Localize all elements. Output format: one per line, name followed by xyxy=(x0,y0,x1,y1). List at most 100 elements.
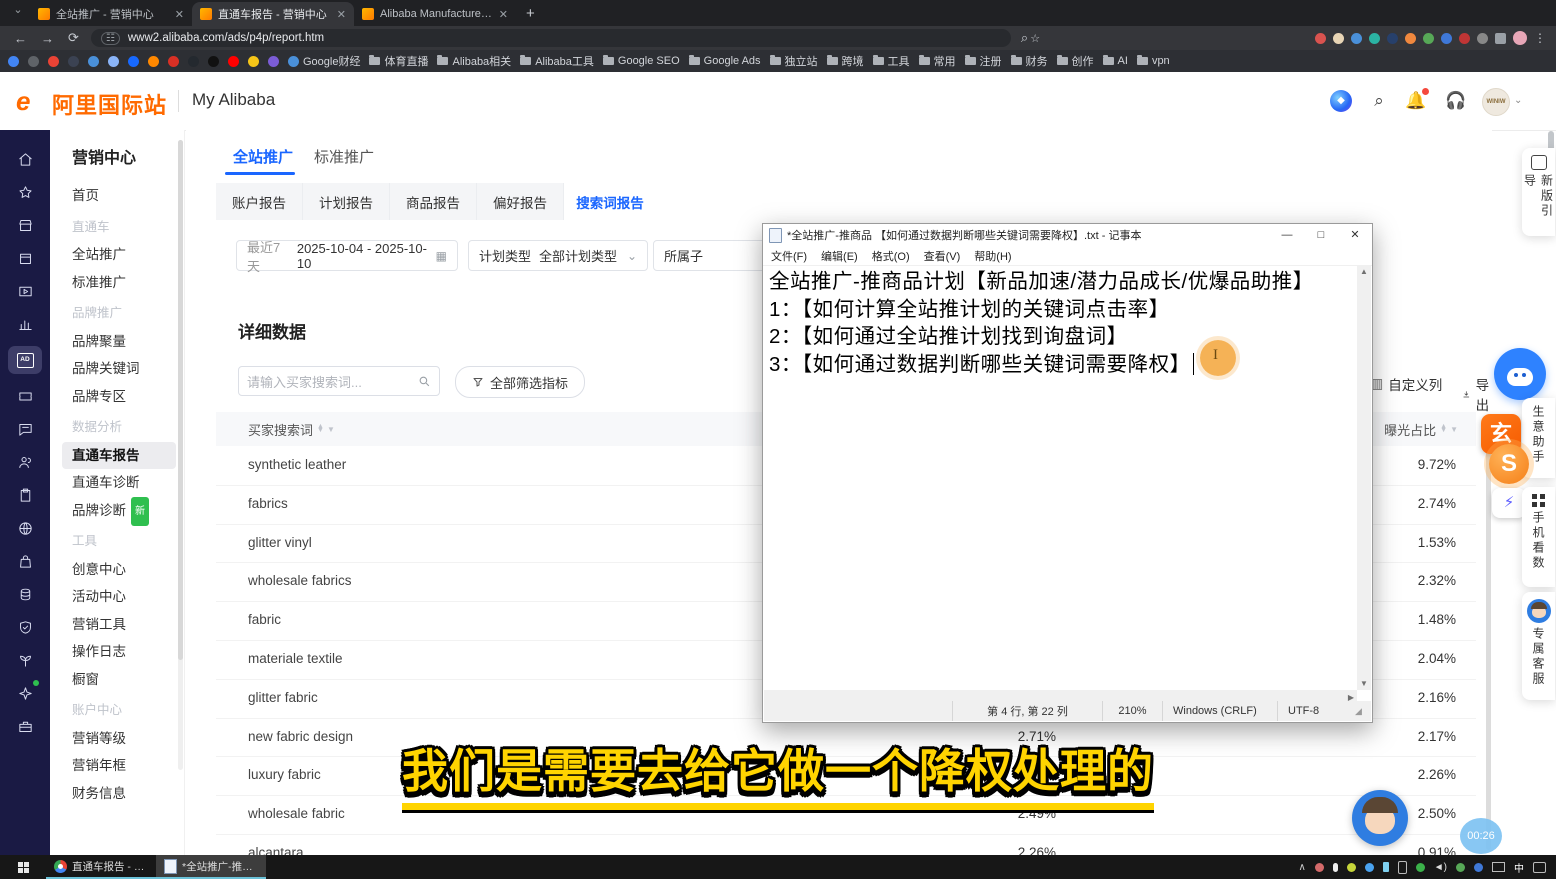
bookmark-favicon[interactable] xyxy=(188,56,199,67)
customize-columns-button[interactable]: |▥ 自定义列 xyxy=(1362,374,1442,394)
growth-icon[interactable] xyxy=(10,649,40,671)
tab-quanzhan[interactable]: 全站推广 xyxy=(233,146,293,167)
bookmark-item-3[interactable]: Alibaba工具 xyxy=(520,53,594,69)
back-icon[interactable]: ← xyxy=(14,31,27,46)
bookmark-favicon[interactable] xyxy=(248,56,259,67)
minimize-button[interactable]: — xyxy=(1270,224,1304,246)
security-icon[interactable] xyxy=(10,616,40,638)
tray-expand-icon[interactable]: ∧ xyxy=(1298,862,1305,873)
phone-data-tab[interactable]: 手机看数 xyxy=(1522,487,1555,587)
tab-close-icon[interactable]: ✕ xyxy=(499,8,508,21)
tray-app-flower-icon[interactable] xyxy=(1315,863,1324,872)
forward-icon[interactable]: → xyxy=(41,31,54,46)
sidebar-item-19[interactable]: 营销等级 xyxy=(72,725,184,753)
column-filter-icon[interactable]: ▼ xyxy=(1450,425,1458,434)
bookmark-favicon[interactable] xyxy=(208,56,219,67)
notification-bell-icon[interactable]: 🔔 xyxy=(1405,90,1427,112)
shield-check-icon[interactable] xyxy=(1474,863,1483,872)
brand-name[interactable]: 阿里国际站 xyxy=(52,88,167,120)
export-button[interactable]: 导出 xyxy=(1462,374,1492,414)
site-info-icon[interactable]: ☷ xyxy=(101,32,120,45)
bookmark-favicon[interactable] xyxy=(128,56,139,67)
defender-icon[interactable] xyxy=(1456,863,1465,872)
browser-tab-2[interactable]: Alibaba Manufacturer Direct...✕ xyxy=(354,2,516,26)
video-icon[interactable] xyxy=(10,280,40,302)
report-tab-1[interactable]: 计划报告 xyxy=(303,183,390,220)
sidebar-item-11[interactable]: 品牌诊断新 xyxy=(72,497,184,525)
sort-icon[interactable]: ▲▼ xyxy=(1440,425,1447,433)
bookmark-item-6[interactable]: 独立站 xyxy=(770,53,818,69)
bookmark-item-4[interactable]: Google SEO xyxy=(603,55,680,67)
sidebar-item-10[interactable]: 直通车诊断 xyxy=(72,469,184,497)
support-headset-icon[interactable]: 🎧 xyxy=(1445,90,1467,112)
recording-timer-bubble[interactable]: 00:26 xyxy=(1460,818,1502,854)
zoom-search-icon[interactable]: ⌕ xyxy=(1021,30,1028,46)
sidebar-item-20[interactable]: 营销年框 xyxy=(72,752,184,780)
browser-tab-0[interactable]: 全站推广 - 营销中心✕ xyxy=(30,2,192,26)
report-tab-4[interactable]: 搜索词报告 xyxy=(564,183,656,220)
menu-3[interactable]: 查看(V) xyxy=(924,248,961,264)
bookmark-favicon[interactable] xyxy=(228,56,239,67)
ad-report-icon[interactable]: AD xyxy=(8,346,42,374)
bookmark-item-13[interactable]: AI xyxy=(1103,55,1128,67)
input-language-indicator[interactable]: 中 xyxy=(1514,860,1524,875)
notepad-window[interactable]: *全站推广-推商品 【如何通过数据判断哪些关键词需要降权】.txt - 记事本 … xyxy=(762,223,1373,723)
chat-lightning-icon[interactable]: ⚡ xyxy=(1492,488,1526,518)
profile-avatar[interactable] xyxy=(1513,31,1527,45)
chrome-menu-icon[interactable]: ⋮ xyxy=(1534,31,1546,45)
global-icon[interactable] xyxy=(10,517,40,539)
business-assistant-icon[interactable] xyxy=(1494,348,1546,400)
sub-account-filter[interactable]: 所属子 xyxy=(653,240,773,271)
taskbar-notepad-task[interactable]: *全站推广-推商品... xyxy=(156,855,266,879)
microphone-icon[interactable] xyxy=(1333,863,1338,872)
maximize-button[interactable]: □ xyxy=(1304,224,1338,246)
new-version-guide-tab[interactable]: 新版引导 xyxy=(1522,148,1555,236)
extension-icon[interactable] xyxy=(1315,33,1326,44)
action-center-icon[interactable] xyxy=(1533,862,1546,873)
user-menu-chevron-icon[interactable]: ⌄ xyxy=(1514,95,1522,106)
extension-icon[interactable] xyxy=(1387,33,1398,44)
extension-icon[interactable] xyxy=(1351,33,1362,44)
notepad-text-area[interactable]: 全站推广-推商品计划【新品加速/潜力品成长/优爆品助推】1：【如何计算全站推计划… xyxy=(764,265,1357,693)
extension-icon[interactable] xyxy=(1405,33,1416,44)
sidebar-item-5[interactable]: 品牌聚量 xyxy=(72,328,184,356)
procurement-icon[interactable] xyxy=(10,550,40,572)
filter-metrics-button[interactable]: 全部筛选指标 xyxy=(455,366,585,398)
column-filter-icon[interactable]: ▼ xyxy=(327,425,335,434)
bookmark-favicon[interactable] xyxy=(48,56,59,67)
sidebar-item-0[interactable]: 首页 xyxy=(72,182,184,210)
col-exposure-label[interactable]: 曝光占比 xyxy=(1384,420,1436,439)
bookmark-item-8[interactable]: 工具 xyxy=(873,53,910,69)
start-button[interactable] xyxy=(0,855,46,879)
bookmark-favicon[interactable] xyxy=(108,56,119,67)
extension-icon[interactable] xyxy=(1477,33,1488,44)
date-range-filter[interactable]: 最近7天 2025-10-04 - 2025-10-10 ▦ xyxy=(236,240,458,271)
menu-2[interactable]: 格式(O) xyxy=(872,248,910,264)
bookmark-item-9[interactable]: 常用 xyxy=(919,53,956,69)
sidebar-item-6[interactable]: 品牌关键词 xyxy=(72,355,184,383)
tab-close-icon[interactable]: ✕ xyxy=(337,8,346,21)
new-tab-button[interactable]: + xyxy=(526,5,535,22)
bookmark-favicon[interactable] xyxy=(148,56,159,67)
toolbox-icon[interactable] xyxy=(10,715,40,737)
sidebar-item-9[interactable]: 直通车报告 xyxy=(62,442,176,470)
bookmark-favicon[interactable] xyxy=(28,56,39,67)
coupon-icon[interactable] xyxy=(10,385,40,407)
notepad-titlebar[interactable]: *全站推广-推商品 【如何通过数据判断哪些关键词需要降权】.txt - 记事本 … xyxy=(763,224,1372,246)
tab-search-chevron-icon[interactable]: ⌄ xyxy=(6,3,30,23)
bookmark-item-2[interactable]: Alibaba相关 xyxy=(437,53,511,69)
report-tab-3[interactable]: 偏好报告 xyxy=(477,183,564,220)
table-scrollbar[interactable] xyxy=(1486,420,1491,850)
bookmark-item-14[interactable]: vpn xyxy=(1137,55,1170,67)
battery-icon[interactable] xyxy=(1383,862,1389,872)
search-icon[interactable]: ⌕ xyxy=(1368,90,1390,112)
taskbar-chrome-task[interactable]: 直通车报告 - 营销... xyxy=(46,855,156,879)
bookmark-favicon[interactable] xyxy=(168,56,179,67)
col-keyword-label[interactable]: 买家搜索词 xyxy=(248,420,313,439)
tray-app-icon[interactable] xyxy=(1416,863,1425,872)
extensions-puzzle-icon[interactable] xyxy=(1495,33,1506,44)
report-tab-2[interactable]: 商品报告 xyxy=(390,183,477,220)
sidebar-item-7[interactable]: 品牌专区 xyxy=(72,383,184,411)
bookmark-favicon[interactable] xyxy=(88,56,99,67)
notepad-vscrollbar[interactable]: ▲▼ xyxy=(1357,265,1371,690)
